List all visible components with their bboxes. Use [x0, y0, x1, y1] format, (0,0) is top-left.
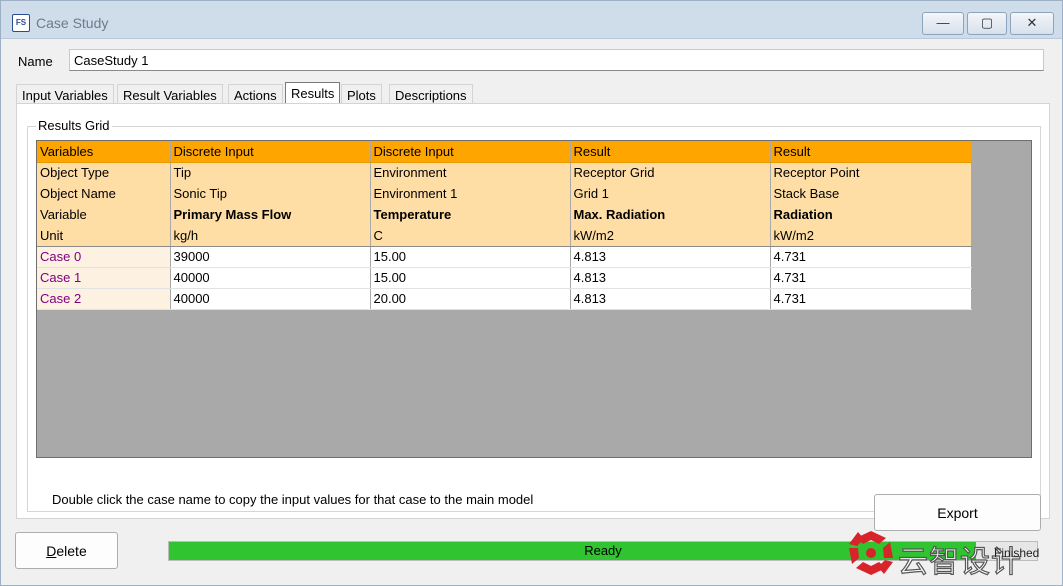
tab-input-variables[interactable]: Input Variables	[16, 84, 114, 104]
header-cell: Sonic Tip	[170, 183, 371, 204]
header-cell: kW/m2	[570, 225, 771, 247]
header-cell: C	[370, 225, 571, 247]
header-cell: Stack Base	[770, 183, 972, 204]
header-row-object-name: Object Name Sonic Tip Environment 1 Grid…	[37, 183, 972, 204]
header-label: Object Type	[37, 162, 171, 183]
results-table: Variables Discrete Input Discrete Input …	[37, 141, 972, 310]
results-tab-panel: Results Grid Variables Discrete Input Di…	[16, 103, 1050, 531]
tab-results[interactable]: Results	[285, 82, 341, 104]
header-cell: Environment	[370, 162, 571, 183]
table-cell[interactable]: 4.813	[570, 246, 771, 268]
header-cell: Tip	[170, 162, 371, 183]
header-label: Variable	[37, 204, 171, 225]
delete-label-rest: elete	[56, 542, 87, 559]
table-cell[interactable]: 39000	[170, 246, 371, 268]
table-cell[interactable]: 4.813	[570, 288, 771, 310]
header-cell: Max. Radiation	[570, 204, 771, 225]
minimize-button[interactable]: —	[922, 12, 964, 35]
table-cell[interactable]: 15.00	[370, 246, 571, 268]
case-name-cell[interactable]: Case 1	[37, 267, 171, 289]
header-label: Object Name	[37, 183, 171, 204]
header-cell: Receptor Grid	[570, 162, 771, 183]
close-button[interactable]: ✕	[1010, 12, 1054, 35]
export-button[interactable]: Export	[874, 494, 1041, 531]
table-row[interactable]: Case 2 40000 20.00 4.813 4.731	[37, 288, 972, 310]
watermark-emblem-icon	[849, 531, 893, 575]
table-row[interactable]: Case 1 40000 15.00 4.813 4.731	[37, 267, 972, 289]
tab-result-variables[interactable]: Result Variables	[117, 84, 223, 104]
window-title: Case Study	[36, 15, 109, 31]
header-cell: Discrete Input	[370, 141, 571, 163]
results-grid-title: Results Grid	[36, 118, 112, 133]
delete-button[interactable]: Delete	[15, 532, 118, 569]
watermark-logo: 云智设计 Finished	[846, 528, 1046, 580]
delete-accelerator: D	[46, 542, 57, 559]
table-cell[interactable]: 15.00	[370, 267, 571, 289]
tab-actions[interactable]: Actions	[228, 84, 283, 104]
header-cell: kW/m2	[770, 225, 972, 247]
hint-text: Double click the case name to copy the i…	[52, 492, 534, 507]
tab-descriptions[interactable]: Descriptions	[389, 84, 473, 104]
table-cell[interactable]: 4.731	[770, 267, 972, 289]
name-label: Name	[18, 54, 53, 69]
tab-plots[interactable]: Plots	[341, 84, 382, 104]
table-cell[interactable]: 4.731	[770, 288, 972, 310]
watermark-small-text: Finished	[994, 546, 1040, 560]
table-cell[interactable]: 4.731	[770, 246, 972, 268]
header-cell: kg/h	[170, 225, 371, 247]
header-cell: Temperature	[370, 204, 571, 225]
header-row-unit: Unit kg/h C kW/m2 kW/m2	[37, 225, 972, 247]
header-row-variable: Variable Primary Mass Flow Temperature M…	[37, 204, 972, 225]
header-row-object-type: Object Type Tip Environment Receptor Gri…	[37, 162, 972, 183]
header-label: Variables	[37, 141, 171, 163]
title-bar[interactable]: FS Case Study — ▢ ✕	[1, 1, 1062, 39]
case-name-cell[interactable]: Case 0	[37, 246, 171, 268]
results-grid[interactable]: Variables Discrete Input Discrete Input …	[36, 140, 1032, 458]
header-label: Unit	[37, 225, 171, 247]
table-cell[interactable]: 20.00	[370, 288, 571, 310]
header-cell: Result	[570, 141, 771, 163]
table-cell[interactable]: 40000	[170, 267, 371, 289]
app-icon: FS	[12, 14, 30, 32]
header-cell: Environment 1	[370, 183, 571, 204]
header-cell: Receptor Point	[770, 162, 972, 183]
table-cell[interactable]: 40000	[170, 288, 371, 310]
case-name-cell[interactable]: Case 2	[37, 288, 171, 310]
header-cell: Radiation	[770, 204, 972, 225]
results-grid-group: Results Grid Variables Discrete Input Di…	[27, 118, 1041, 531]
header-cell: Grid 1	[570, 183, 771, 204]
name-input[interactable]	[69, 49, 1044, 71]
header-cell: Primary Mass Flow	[170, 204, 371, 225]
table-row[interactable]: Case 0 39000 15.00 4.813 4.731	[37, 246, 972, 268]
header-cell: Discrete Input	[170, 141, 371, 163]
maximize-button[interactable]: ▢	[967, 12, 1007, 35]
table-cell[interactable]: 4.813	[570, 267, 771, 289]
header-cell: Result	[770, 141, 972, 163]
case-study-window: FS Case Study — ▢ ✕ Name Input Variables…	[0, 0, 1063, 586]
header-row-variables: Variables Discrete Input Discrete Input …	[37, 141, 972, 163]
